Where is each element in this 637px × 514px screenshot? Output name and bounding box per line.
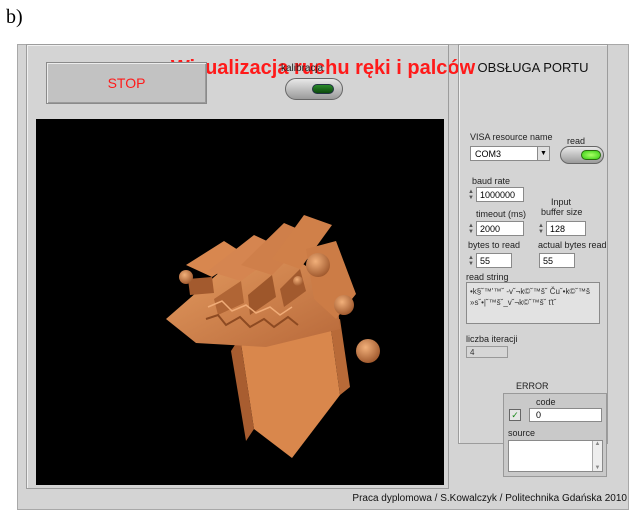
input-buffer-label-1: Input (551, 197, 572, 207)
actual-bytes-label: actual bytes read (538, 240, 607, 250)
read-string-label: read string (466, 272, 509, 282)
baud-rate-input[interactable]: 1000000 (476, 187, 524, 202)
hand-3d-view (36, 119, 444, 485)
source-scrollbar[interactable]: ▲ ▼ (592, 441, 602, 471)
error-source-label: source (508, 428, 536, 438)
input-buffer-input[interactable]: 128 (546, 221, 586, 236)
read-toggle[interactable] (560, 146, 604, 164)
bytes-to-read-input[interactable]: 55 (476, 253, 512, 268)
chevron-down-icon[interactable]: ▼ (537, 147, 549, 160)
footer-credit: Praca dyplomowa / S.Kowalczyk / Politech… (352, 493, 627, 504)
kalibracja-led (312, 84, 334, 94)
bytes-to-read-label: bytes to read (468, 240, 521, 250)
read-string-indicator: •k§˘™'™˘ -v˘¬k©˘™š˘ Ču˘•k©˘™š »s˘•|˘™š˘_… (466, 282, 600, 324)
baud-rate-stepper-icon[interactable]: ▲ ▼ (467, 187, 475, 202)
stop-button[interactable]: STOP (46, 62, 207, 104)
iter-indicator: 4 (466, 346, 508, 358)
port-panel-title: OBSŁUGA PORTU (477, 60, 589, 75)
timeout-label: timeout (ms) (476, 209, 527, 219)
visa-resource-value: COM3 (475, 148, 502, 159)
bytes-to-read-stepper-icon[interactable]: ▲ ▼ (467, 253, 475, 268)
visa-resource-select[interactable]: COM3 ▼ (470, 146, 550, 161)
kalibracja-toggle[interactable] (285, 78, 343, 100)
figure-label: b) (6, 6, 23, 28)
error-status-checkbox[interactable]: ✓ (509, 409, 521, 421)
iter-label: liczba iteracji (466, 334, 518, 344)
baud-rate-label: baud rate (472, 176, 511, 186)
visa-resource-label: VISA resource name (470, 132, 553, 142)
error-code-label: code (536, 397, 556, 407)
error-code-field[interactable]: 0 (529, 408, 602, 422)
actual-bytes-indicator: 55 (539, 253, 575, 268)
error-cluster-title: ERROR (516, 381, 549, 391)
timeout-stepper-icon[interactable]: ▲ ▼ (467, 221, 475, 236)
read-led-indicator (581, 150, 601, 160)
read-label: read (567, 136, 586, 146)
timeout-input[interactable]: 2000 (476, 221, 524, 236)
hand-model-image (166, 215, 380, 458)
input-buffer-stepper-icon[interactable]: ▲ ▼ (537, 221, 545, 236)
kalibracja-label: kalibracja (281, 63, 324, 74)
input-buffer-label-2: buffer size (541, 207, 583, 217)
error-source-field[interactable]: ▲ ▼ (508, 440, 603, 472)
